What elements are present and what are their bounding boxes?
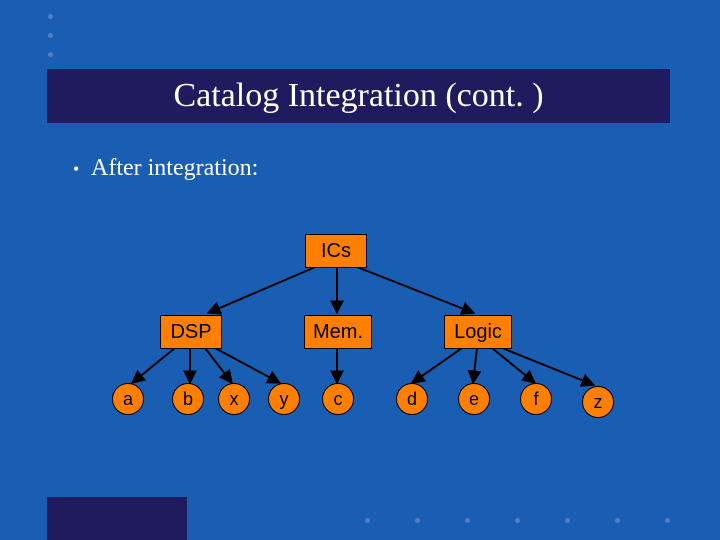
node-dsp: DSP [160, 315, 222, 349]
leaf-a: a [112, 383, 144, 415]
leaf-f: f [520, 383, 552, 415]
leaf-y: y [268, 383, 300, 415]
leaf-e: e [458, 383, 490, 415]
leaf-b: b [172, 383, 204, 415]
tree-diagram: ICs DSP Mem. Logic a b x y c d e f z [0, 0, 720, 540]
leaf-c: c [322, 383, 354, 415]
node-ics: ICs [305, 234, 367, 268]
leaf-x: x [218, 383, 250, 415]
leaf-z: z [582, 386, 614, 418]
node-logic: Logic [444, 315, 512, 349]
leaf-d: d [396, 383, 428, 415]
node-mem: Mem. [304, 315, 372, 349]
